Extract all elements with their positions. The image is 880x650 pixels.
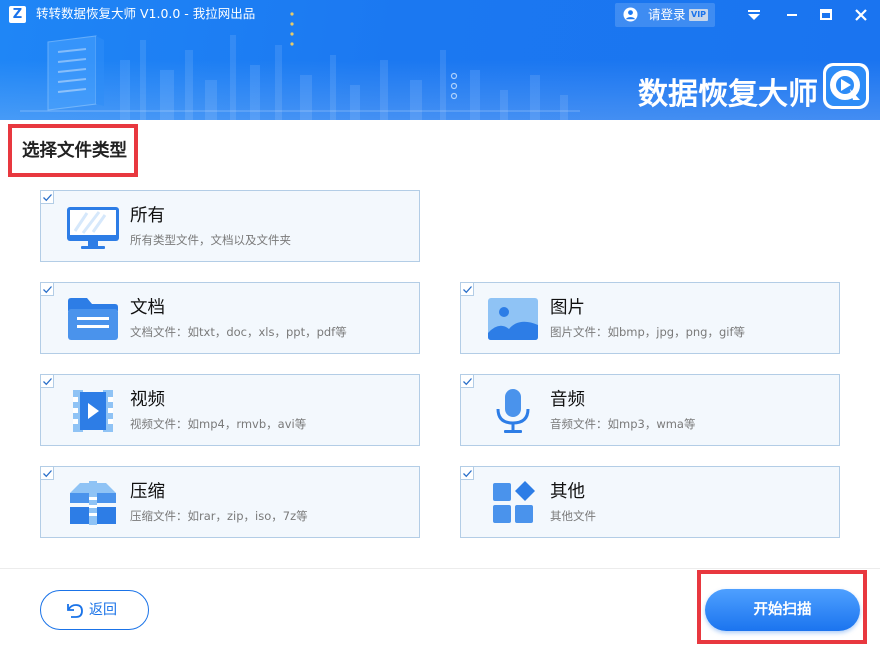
file-type-card-audio[interactable]: 音频 音频文件：如mp3，wma等	[460, 374, 840, 446]
file-type-card-other[interactable]: 其他 其他文件	[460, 466, 840, 538]
minimize-icon	[787, 14, 797, 16]
maximize-button[interactable]	[815, 4, 837, 26]
file-type-desc: 压缩文件：如rar，zip，iso，7z等	[130, 509, 308, 523]
menu-dropdown-button[interactable]	[743, 4, 765, 26]
checkbox-image[interactable]	[461, 283, 474, 296]
title-bar-banner: Z 转转数据恢复大师 V1.0.0 - 我拉网出品 请登录 VIP 数据恢复大师	[0, 0, 880, 120]
user-icon	[623, 7, 638, 22]
check-icon	[43, 378, 52, 386]
file-type-name: 图片	[550, 298, 585, 318]
checkbox-all[interactable]	[41, 191, 54, 204]
file-type-desc: 文档文件：如txt，doc，xls，ppt，pdf等	[130, 325, 347, 339]
check-icon	[43, 194, 52, 202]
check-icon	[463, 286, 472, 294]
file-type-card-all[interactable]: 所有 所有类型文件，文档以及文件夹	[40, 190, 420, 262]
file-type-card-video[interactable]: 视频 视频文件：如mp4，rmvb，avi等	[40, 374, 420, 446]
minimize-button[interactable]	[781, 4, 803, 26]
file-type-name: 其他	[550, 482, 585, 502]
app-window: Z 转转数据恢复大师 V1.0.0 - 我拉网出品 请登录 VIP 数据恢复大师…	[0, 0, 880, 650]
file-type-name: 视频	[130, 390, 165, 410]
file-type-card-document[interactable]: 文档 文档文件：如txt，doc，xls，ppt，pdf等	[40, 282, 420, 354]
check-icon	[43, 470, 52, 478]
check-icon	[463, 470, 472, 478]
login-button[interactable]: 请登录 VIP	[615, 3, 715, 27]
file-type-desc: 所有类型文件，文档以及文件夹	[130, 233, 291, 247]
vip-badge: VIP	[689, 9, 709, 21]
checkbox-other[interactable]	[461, 467, 474, 480]
file-type-card-archive[interactable]: 压缩 压缩文件：如rar，zip，iso，7z等	[40, 466, 420, 538]
apps-icon	[493, 481, 535, 523]
file-type-name: 压缩	[130, 482, 165, 502]
file-type-name: 文档	[130, 298, 165, 318]
folder-icon	[68, 298, 118, 340]
app-logo: Z	[9, 6, 26, 23]
back-arrow-icon	[67, 604, 83, 618]
footer-divider	[0, 568, 880, 569]
file-type-name: 音频	[550, 390, 585, 410]
file-type-name: 所有	[130, 206, 165, 226]
brand-logo-icon	[823, 63, 869, 109]
menu-dropdown-icon	[748, 10, 760, 20]
file-type-desc: 其他文件	[550, 509, 596, 523]
check-icon	[43, 286, 52, 294]
window-title: 转转数据恢复大师 V1.0.0 - 我拉网出品	[36, 6, 256, 21]
login-label: 请登录	[648, 7, 686, 22]
close-icon	[855, 9, 867, 21]
checkbox-archive[interactable]	[41, 467, 54, 480]
back-label: 返回	[89, 602, 117, 618]
back-button[interactable]: 返回	[40, 590, 149, 630]
brand-text: 数据恢复大师	[638, 77, 818, 112]
section-title: 选择文件类型	[22, 141, 127, 161]
start-scan-button[interactable]: 开始扫描	[705, 589, 860, 631]
monitor-icon	[67, 207, 119, 249]
section-title-highlight: 选择文件类型	[8, 124, 138, 177]
video-icon	[73, 390, 113, 432]
file-type-desc: 图片文件：如bmp，jpg，png，gif等	[550, 325, 746, 339]
checkbox-document[interactable]	[41, 283, 54, 296]
file-type-card-image[interactable]: 图片 图片文件：如bmp，jpg，png，gif等	[460, 282, 840, 354]
check-icon	[463, 378, 472, 386]
close-button[interactable]	[850, 4, 872, 26]
checkbox-video[interactable]	[41, 375, 54, 388]
microphone-icon	[496, 389, 530, 433]
file-type-desc: 音频文件：如mp3，wma等	[550, 417, 696, 431]
archive-icon	[70, 481, 116, 525]
start-scan-label: 开始扫描	[753, 602, 812, 618]
maximize-icon	[820, 9, 832, 20]
image-icon	[488, 298, 538, 340]
file-type-desc: 视频文件：如mp4，rmvb，avi等	[130, 417, 307, 431]
checkbox-audio[interactable]	[461, 375, 474, 388]
